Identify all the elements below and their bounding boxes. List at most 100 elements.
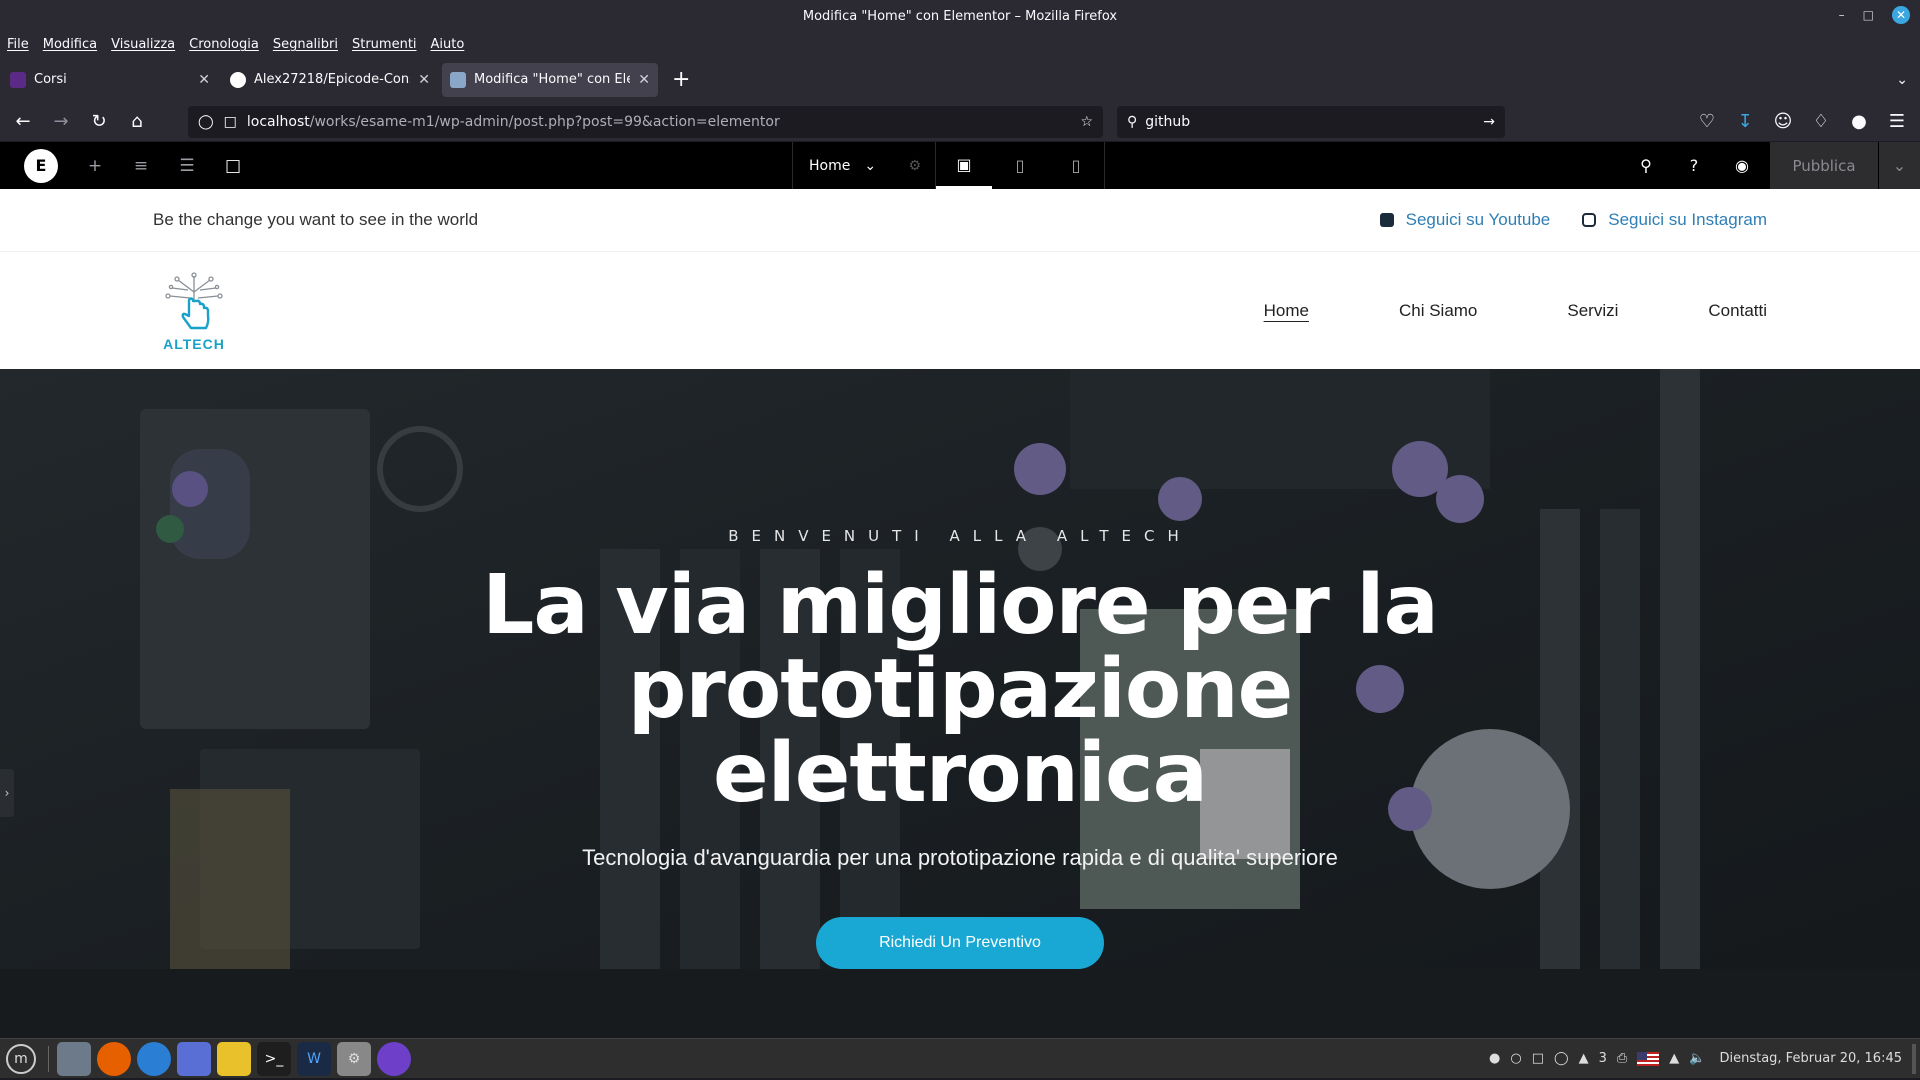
elementor-right-controls: ⚲ ? ◉ Pubblica ⌄ — [1622, 142, 1920, 189]
forward-icon[interactable]: → — [44, 106, 78, 138]
github-favicon-icon — [230, 71, 246, 88]
close-tab-icon[interactable]: ✕ — [198, 72, 210, 88]
close-window-icon[interactable]: ✕ — [1892, 6, 1910, 24]
site-header: ALTECH Home Chi Siamo Servizi Contatti — [0, 251, 1920, 369]
youtube-link[interactable]: Seguici su Youtube — [1406, 210, 1551, 230]
hamburger-menu-icon[interactable]: ☰ — [1880, 106, 1914, 138]
desktop-device-icon[interactable]: ▣ — [936, 142, 992, 189]
page-selector[interactable]: Home ⌄ ⚙ — [792, 142, 936, 189]
webstorm-app-icon[interactable]: W — [297, 1041, 331, 1076]
tablet-device-icon[interactable]: ▯ — [992, 142, 1048, 189]
discord-tray-icon[interactable]: ● — [1489, 1051, 1500, 1066]
firefox-app-icon[interactable] — [97, 1041, 131, 1076]
page-settings-gear-icon[interactable]: ⚙ — [908, 158, 921, 174]
help-icon[interactable]: ? — [1670, 156, 1718, 175]
reload-icon[interactable]: ↻ — [82, 106, 116, 138]
notification-tray-icon[interactable]: ○ — [1510, 1051, 1521, 1066]
shield-tray-icon[interactable]: ◯ — [1554, 1051, 1569, 1066]
nav-item-servizi[interactable]: Servizi — [1567, 301, 1618, 321]
hero-section: BENVENUTI ALLA ALTECH La via migliore pe… — [0, 369, 1920, 1038]
terminal-app-icon[interactable]: >_ — [257, 1041, 291, 1076]
thunderbird-app-icon[interactable] — [137, 1041, 171, 1076]
tab-label: Alex27218/Epicode-Conseg — [254, 72, 410, 87]
nav-item-chi-siamo[interactable]: Chi Siamo — [1399, 301, 1477, 321]
tab-list-chevron-icon[interactable]: ⌄ — [1896, 72, 1908, 88]
page-info-icon[interactable]: □ — [224, 114, 237, 130]
structure-layers-icon[interactable]: ☰ — [164, 156, 210, 176]
tab-corsi[interactable]: Corsi ✕ — [2, 63, 218, 97]
tab-strip: Corsi ✕ Alex27218/Epicode-Conseg ✕ Modif… — [0, 57, 1920, 102]
instagram-link[interactable]: Seguici su Instagram — [1608, 210, 1767, 230]
elementor-canvas: Be the change you want to see in the wor… — [0, 189, 1920, 1038]
notes-comment-icon[interactable]: □ — [210, 156, 256, 176]
github-desktop-app-icon[interactable] — [377, 1041, 411, 1076]
files-app-icon[interactable] — [57, 1041, 91, 1076]
printer-tray-icon[interactable]: ⎙ — [1617, 1051, 1627, 1066]
tab-elementor[interactable]: Modifica "Home" con Eleme ✕ — [442, 62, 658, 97]
clipboard-tray-icon[interactable]: □ — [1532, 1051, 1544, 1066]
request-quote-button[interactable]: Richiedi Un Preventivo — [816, 917, 1104, 969]
menu-cronologia[interactable]: Cronologia — [189, 37, 259, 52]
maximize-icon[interactable]: □ — [1863, 8, 1874, 22]
downloads-icon[interactable]: ↧ — [1728, 106, 1762, 138]
menu-file[interactable]: File — [7, 37, 29, 52]
altech-logo[interactable]: ALTECH — [153, 270, 235, 352]
home-icon[interactable]: ⌂ — [120, 106, 154, 138]
url-bar[interactable]: ◯ □ localhost/works/esame-m1/wp-admin/po… — [188, 105, 1103, 138]
close-tab-icon[interactable]: ✕ — [418, 72, 430, 88]
account-icon[interactable]: ☺ — [1766, 106, 1800, 138]
social-links: Seguici su Youtube Seguici su Instagram — [1379, 210, 1767, 230]
publish-button[interactable]: Pubblica — [1770, 142, 1878, 189]
search-input[interactable]: github — [1145, 114, 1190, 130]
shield-icon[interactable]: ◯ — [198, 114, 214, 130]
navigation-toolbar: ← → ↻ ⌂ ◯ □ localhost/works/esame-m1/wp-… — [0, 102, 1920, 142]
volume-tray-icon[interactable]: 🔈 — [1689, 1051, 1705, 1066]
close-tab-icon[interactable]: ✕ — [638, 72, 650, 88]
mobile-device-icon[interactable]: ▯ — [1048, 142, 1104, 189]
keyboard-layout-flag-icon[interactable] — [1637, 1051, 1660, 1066]
new-tab-icon[interactable]: + — [662, 67, 700, 92]
hero-headline: La via migliore per la prototipazione el… — [482, 558, 1439, 821]
search-go-icon[interactable]: → — [1483, 114, 1495, 130]
network-tray-icon[interactable]: ▲ — [1669, 1051, 1679, 1066]
search-icon[interactable]: ⚲ — [1622, 156, 1670, 175]
update-tray-icon[interactable]: ▲ — [1579, 1051, 1589, 1066]
hero-kicker: BENVENUTI ALLA ALTECH — [728, 527, 1192, 545]
site-settings-icon[interactable]: ≡ — [118, 156, 164, 176]
settings-gear-app-icon[interactable]: ⚙ — [337, 1041, 371, 1076]
top-info-bar: Be the change you want to see in the wor… — [0, 189, 1920, 251]
panel-toggle-chevron-right-icon[interactable]: › — [0, 769, 14, 817]
elementor-center-controls: Home ⌄ ⚙ ▣ ▯ ▯ — [792, 142, 1105, 189]
screenshot-app-icon[interactable] — [177, 1041, 211, 1076]
back-icon[interactable]: ← — [6, 106, 40, 138]
bookmark-star-icon[interactable]: ☆ — [1080, 114, 1093, 130]
search-bar[interactable]: ⚲ github → — [1117, 105, 1505, 138]
show-desktop-handle[interactable] — [1912, 1043, 1916, 1074]
mint-menu-icon[interactable]: m — [6, 1043, 36, 1074]
extensions-icon[interactable]: ♢ — [1804, 106, 1838, 138]
preview-eye-icon[interactable]: ◉ — [1718, 156, 1766, 175]
publish-options-chevron-icon[interactable]: ⌄ — [1878, 142, 1920, 189]
window-controls: – □ ✕ — [1839, 6, 1910, 24]
elementor-logo-icon[interactable]: E — [24, 148, 58, 183]
tab-label: Modifica "Home" con Eleme — [474, 72, 631, 87]
add-element-icon[interactable]: + — [72, 156, 118, 176]
pocket-icon[interactable]: ♡ — [1690, 106, 1724, 138]
nav-item-contatti[interactable]: Contatti — [1708, 301, 1767, 321]
clock[interactable]: Dienstag, Februar 20, 16:45 — [1719, 1051, 1902, 1066]
url-path: /works/esame-m1/wp-admin/post.php?post=9… — [309, 113, 780, 130]
update-count-badge: 3 — [1598, 1051, 1607, 1066]
menu-aiuto[interactable]: Aiuto — [431, 37, 465, 52]
window-titlebar: Modifica "Home" con Elementor – Mozilla … — [0, 0, 1920, 32]
tab-github[interactable]: Alex27218/Epicode-Conseg ✕ — [222, 63, 438, 97]
extension-icon[interactable]: ● — [1842, 106, 1876, 138]
corsi-favicon-icon — [10, 71, 26, 88]
menu-strumenti[interactable]: Strumenti — [352, 37, 417, 52]
minimize-icon[interactable]: – — [1839, 8, 1845, 22]
hero-subline: Tecnologia d'avanguardia per una prototi… — [582, 845, 1338, 870]
nav-item-home[interactable]: Home — [1264, 301, 1309, 321]
calculator-app-icon[interactable] — [217, 1041, 251, 1076]
menu-modifica[interactable]: Modifica — [43, 37, 97, 52]
menu-segnalibri[interactable]: Segnalibri — [273, 37, 338, 52]
menu-visualizza[interactable]: Visualizza — [111, 37, 175, 52]
